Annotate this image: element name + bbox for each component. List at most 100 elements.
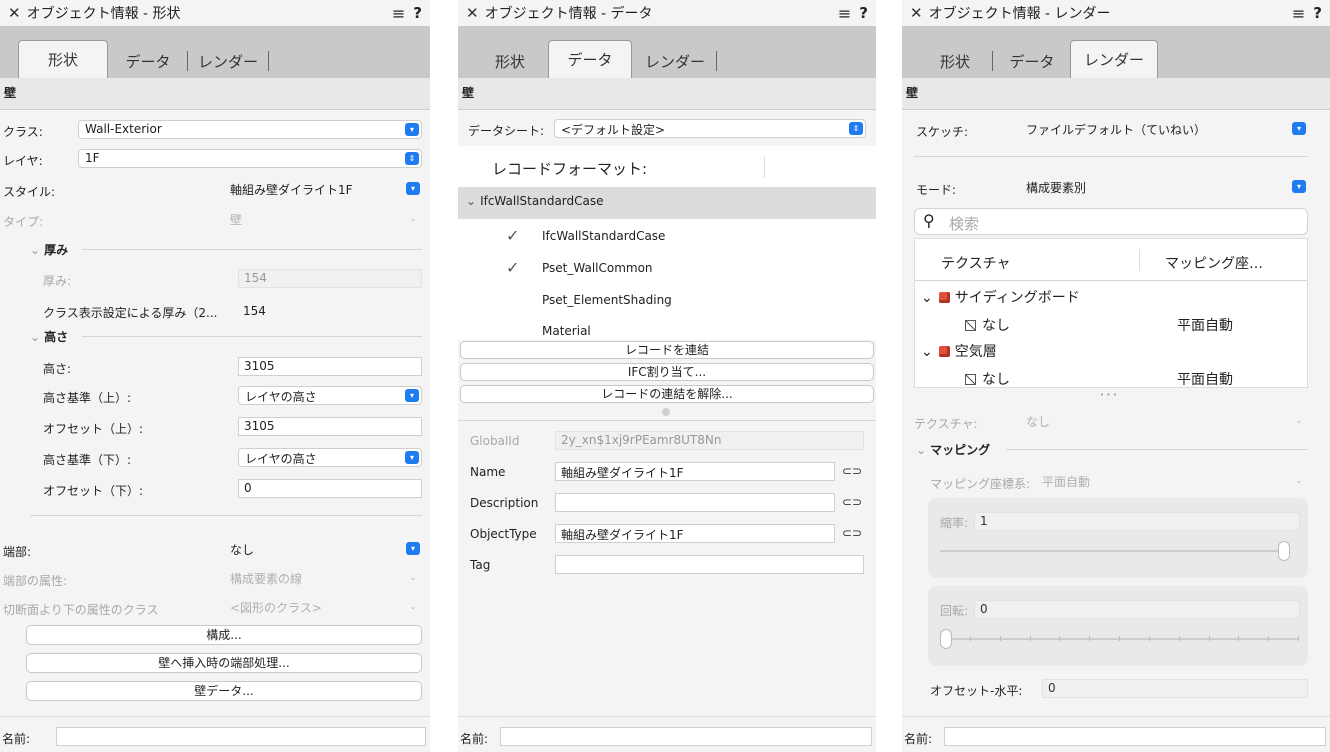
tab-shape[interactable]: 形状: [18, 40, 108, 78]
tab-render[interactable]: レンダー: [634, 45, 716, 78]
splitter-handle[interactable]: [662, 408, 670, 416]
check-icon[interactable]: ✓: [506, 258, 519, 277]
tree-item[interactable]: ⌄ サイディングボード: [921, 287, 1080, 307]
dropdown-arrow-icon: ▾: [405, 389, 419, 402]
tree-subitem[interactable]: なし: [965, 369, 1010, 389]
divider: [1006, 449, 1308, 450]
thickness-group-header[interactable]: ⌄ 厚み: [30, 241, 68, 258]
search-box[interactable]: ⚲ 検索: [914, 208, 1308, 235]
record-item[interactable]: IfcWallStandardCase: [542, 229, 665, 243]
class-thickness-value: 154: [243, 304, 266, 318]
scale-input[interactable]: 1: [974, 512, 1300, 531]
help-icon[interactable]: ?: [413, 4, 422, 22]
rotation-slider-knob[interactable]: [940, 629, 952, 649]
column-header-texture[interactable]: テクスチャ: [941, 253, 1010, 273]
class-dropdown[interactable]: Wall-Exterior ▾: [78, 120, 422, 139]
tree-item[interactable]: ⌄ 空気層: [921, 341, 997, 361]
name-field-input[interactable]: 軸組み壁ダイライト1F: [555, 462, 835, 481]
offset-h-input[interactable]: 0: [1042, 679, 1308, 698]
tab-data[interactable]: データ: [548, 40, 632, 78]
cut-class-label: 切断面より下の属性のクラス: [3, 603, 159, 617]
tag-input[interactable]: [555, 555, 864, 574]
scale-box: 縮率: 1: [928, 498, 1308, 578]
record-list: レコードフォーマット: ⌄ IfcWallStandardCase ✓ IfcWa…: [458, 146, 876, 340]
record-item[interactable]: Pset_WallCommon: [542, 261, 653, 275]
plug-icon[interactable]: ⊂⊃: [842, 464, 862, 478]
record-item[interactable]: Material: [542, 324, 591, 338]
tab-render[interactable]: レンダー: [1070, 40, 1158, 78]
name-bar: 名前:: [0, 716, 430, 752]
tree-subitem[interactable]: なし: [965, 315, 1010, 335]
slider-tick: [969, 636, 971, 641]
close-icon[interactable]: ✕: [466, 4, 479, 22]
help-icon[interactable]: ?: [1313, 4, 1322, 22]
style-dropdown[interactable]: 軸組み壁ダイライト1F ▾: [230, 180, 422, 199]
mapping-group-header[interactable]: ⌄ マッピング: [916, 441, 990, 458]
end-attr-value: 構成要素の線: [230, 572, 303, 586]
tab-data[interactable]: データ: [996, 45, 1068, 78]
name-bar: 名前:: [902, 716, 1330, 752]
close-icon[interactable]: ✕: [8, 4, 21, 22]
globalid-field: 2y_xn$1xj9rPEamr8UT8Nn: [555, 431, 864, 450]
check-icon[interactable]: ✓: [506, 226, 519, 245]
help-icon[interactable]: ?: [859, 4, 868, 22]
datasheet-dropdown[interactable]: <デフォルト設定> ⇕: [554, 119, 866, 138]
mapping-coord-value: 平面自動: [1042, 475, 1091, 489]
slider-tick: [1119, 636, 1120, 641]
tab-shape[interactable]: 形状: [474, 45, 546, 78]
end-dropdown[interactable]: なし ▾: [230, 540, 422, 559]
record-item[interactable]: Pset_ElementShading: [542, 293, 672, 307]
menu-icon[interactable]: ≡: [838, 4, 851, 23]
height-input[interactable]: 3105: [238, 357, 422, 376]
name-input[interactable]: [944, 727, 1326, 746]
ifc-group-row[interactable]: ⌄ IfcWallStandardCase: [458, 187, 876, 219]
titlebar: ✕ オブジェクト情報 - レンダー ≡ ?: [902, 0, 1330, 26]
unlink-record-button[interactable]: レコードの連結を解除...: [460, 385, 874, 403]
tab-shape[interactable]: 形状: [920, 45, 990, 78]
stepper-arrow-icon: ⇕: [849, 122, 863, 135]
close-icon[interactable]: ✕: [910, 4, 923, 22]
wall-data-button[interactable]: 壁データ...: [26, 681, 422, 701]
end-insert-button[interactable]: 壁へ挿入時の端部処理...: [26, 653, 422, 673]
tab-data[interactable]: データ: [112, 45, 184, 78]
rotation-input[interactable]: 0: [974, 600, 1300, 619]
column-header-mapping[interactable]: マッピング座…: [1165, 253, 1263, 273]
more-indicator[interactable]: • • •: [1100, 391, 1117, 399]
dropdown-arrow-icon: ⌄: [409, 573, 417, 582]
tab-render[interactable]: レンダー: [192, 45, 264, 78]
scale-slider-track[interactable]: [940, 550, 1290, 552]
offset-top-input[interactable]: 3105: [238, 417, 422, 436]
layer-dropdown[interactable]: 1F ⇕: [78, 149, 422, 168]
description-input[interactable]: [555, 493, 835, 512]
name-input[interactable]: [500, 727, 872, 746]
scale-slider-knob[interactable]: [1278, 541, 1290, 561]
divider: [82, 249, 422, 250]
description-label: Description: [470, 496, 539, 510]
divider: [914, 156, 1308, 157]
sketch-dropdown[interactable]: ファイルデフォルト（ていねい） ▾: [1026, 120, 1308, 139]
offset-bottom-input[interactable]: 0: [238, 479, 422, 498]
objecttype-input[interactable]: 軸組み壁ダイライト1F: [555, 524, 835, 543]
menu-icon[interactable]: ≡: [392, 4, 405, 23]
record-format-header: レコードフォーマット:: [492, 160, 648, 178]
no-texture-icon: [965, 320, 976, 331]
name-label: 名前:: [904, 732, 933, 746]
menu-icon[interactable]: ≡: [1292, 4, 1305, 23]
end-label: 端部:: [3, 545, 32, 559]
slider-tick: [1059, 636, 1061, 641]
height-bottom-ref-dropdown[interactable]: レイヤの高さ ▾: [238, 448, 422, 467]
thickness-field: 154: [238, 269, 422, 288]
name-field-label: Name: [470, 465, 506, 479]
name-input[interactable]: [56, 727, 426, 746]
plug-icon[interactable]: ⊂⊃: [842, 495, 862, 509]
compose-button[interactable]: 構成...: [26, 625, 422, 645]
slider-tick: [1178, 636, 1180, 641]
height-top-ref-dropdown[interactable]: レイヤの高さ ▾: [238, 386, 422, 405]
type-dropdown: 壁 ⌄: [230, 210, 422, 229]
no-texture-icon: [965, 374, 976, 385]
mode-dropdown[interactable]: 構成要素別 ▾: [1026, 178, 1308, 197]
height-group-header[interactable]: ⌄ 高さ: [30, 328, 68, 345]
link-record-button[interactable]: レコードを連結: [460, 341, 874, 359]
plug-icon[interactable]: ⊂⊃: [842, 526, 862, 540]
ifc-assign-button[interactable]: IFC割り当て...: [460, 363, 874, 381]
